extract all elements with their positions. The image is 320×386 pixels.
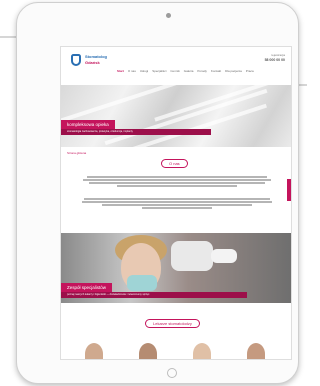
- photo-microscope-lens: [211, 249, 237, 263]
- website-screen[interactable]: Stomatolog Gdańsk rejestracja 58 000 00 …: [60, 46, 292, 360]
- nav-item-o-nas[interactable]: O nas: [128, 69, 136, 76]
- text-line: [142, 207, 212, 209]
- contact-phone1[interactable]: 58 000 00 00: [225, 58, 285, 63]
- logo-text-line2[interactable]: Gdańsk: [85, 60, 100, 65]
- nav-item-cennik[interactable]: Cennik: [170, 69, 179, 76]
- nav-item-praca[interactable]: Praca: [246, 69, 254, 76]
- header-contact: rejestracja 58 000 00 00: [225, 53, 285, 63]
- text-line: [82, 201, 272, 203]
- section-pill-about[interactable]: O nas: [161, 159, 188, 168]
- page-stage: Stomatolog Gdańsk rejestracja 58 000 00 …: [0, 0, 307, 386]
- nav-item-uslugi[interactable]: Usługi: [140, 69, 148, 76]
- hero-detail: [61, 85, 189, 125]
- camera-icon: [166, 13, 171, 18]
- text-line: [117, 185, 237, 187]
- hero-label[interactable]: kompleksowa opieka: [61, 120, 115, 129]
- text-line: [83, 179, 271, 181]
- main-nav: Start O nas Usługi Specjaliści Cennik Ga…: [117, 69, 289, 76]
- nav-item-start[interactable]: Start: [117, 69, 124, 76]
- breadcrumb[interactable]: Strona główna: [67, 151, 86, 155]
- nav-item-specjalisci[interactable]: Specjaliści: [152, 69, 166, 76]
- photo-microscope: [171, 241, 213, 271]
- doctor-avatar-3[interactable]: [193, 343, 211, 359]
- about-paragraph-2: [79, 197, 275, 210]
- nav-item-galeria[interactable]: Galeria: [184, 69, 194, 76]
- team-label[interactable]: Zespół specjalistów: [61, 283, 113, 292]
- hero-strip: stomatologia zachowawcza, protetyka, ort…: [61, 129, 211, 135]
- nav-item-dla-pacjenta[interactable]: Dla pacjenta: [225, 69, 242, 76]
- about-paragraph-1: [79, 175, 275, 188]
- doctor-avatar-2[interactable]: [139, 343, 157, 359]
- text-line: [84, 198, 270, 200]
- doctor-avatars: [61, 339, 291, 359]
- logo-text-line1[interactable]: Stomatolog: [85, 54, 107, 59]
- hero-image: [61, 85, 291, 147]
- side-feedback-tab[interactable]: [287, 179, 291, 201]
- doctor-avatar-1[interactable]: [85, 343, 103, 359]
- doctor-avatar-4[interactable]: [247, 343, 265, 359]
- text-line: [102, 204, 252, 206]
- nav-item-porady[interactable]: Porady: [197, 69, 207, 76]
- photo-mask: [127, 275, 157, 291]
- home-button[interactable]: [167, 368, 177, 378]
- section-pill-doctors[interactable]: Lekarze stomatolodzy: [145, 319, 200, 328]
- nav-item-kontakt[interactable]: Kontakt: [211, 69, 221, 76]
- tooth-logo-icon[interactable]: [71, 54, 81, 66]
- team-strip: poznaj naszych lekarzy i higienistki — d…: [61, 292, 247, 298]
- text-line: [87, 176, 267, 178]
- tablet-device: Stomatolog Gdańsk rejestracja 58 000 00 …: [16, 2, 299, 384]
- text-line: [89, 182, 265, 184]
